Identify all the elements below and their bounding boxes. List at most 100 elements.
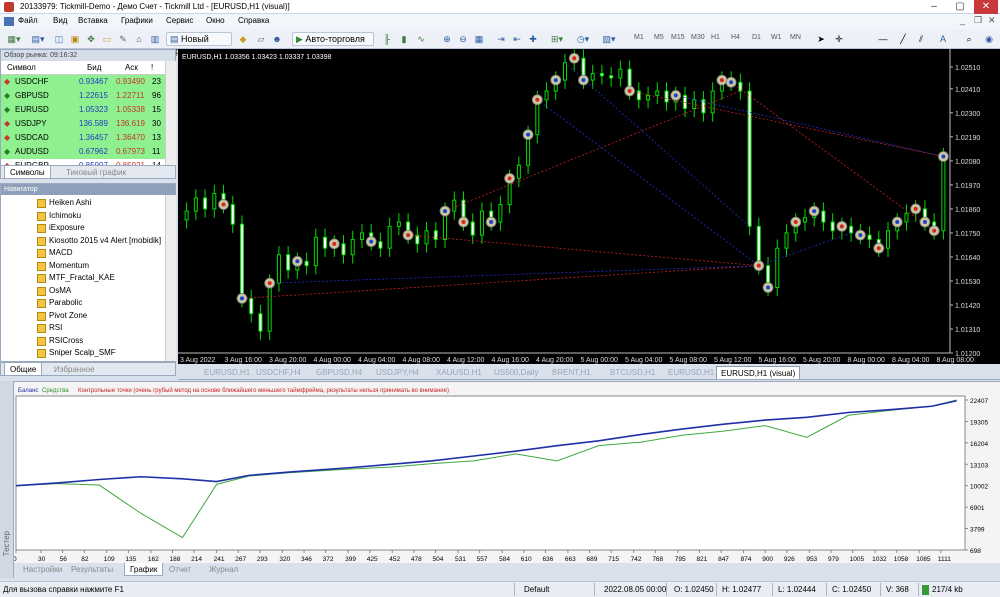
chart-tab[interactable]: USDCHF,H4 [252,366,305,379]
tf-m30[interactable]: M30 [691,34,705,41]
signals-icon[interactable]: ◆ [236,32,250,46]
metaeditor-icon[interactable]: ▱ [254,32,268,46]
tab-general[interactable]: Общие [4,363,43,376]
terminal-icon[interactable]: ▭ [100,32,114,46]
tab-symbols[interactable]: Символы [4,166,51,179]
hline-icon[interactable]: — [876,32,890,46]
mdi-min-icon[interactable]: _ [960,15,965,25]
col-bid[interactable]: Бид [87,61,101,75]
tester-tab[interactable]: Журнал [204,563,243,576]
market-watch-icon[interactable]: ◫ [52,32,66,46]
tf-h1[interactable]: H1 [711,34,720,41]
trendline-icon[interactable]: ╱ [896,32,910,46]
navigator-item[interactable]: Heiken Ashi [1,197,175,210]
tester-tab[interactable]: График [124,563,164,576]
menu-window[interactable]: Окно [206,16,225,25]
zoom-in-icon[interactable]: ⊕ [440,32,454,46]
chart-tab[interactable]: US500,Daily [490,366,542,379]
tf-mn[interactable]: MN [790,34,801,41]
menu-charts[interactable]: Графики [121,16,153,25]
market-watch-row[interactable]: ◆ USDCHF 0.93467 0.93490 23 [1,75,175,89]
navigator-item[interactable]: Momentum [1,260,175,273]
price-chart[interactable]: 1.02510 1.02410 1.02300 1.02190 1.02080 1.019… [178,49,1000,364]
chart-tab[interactable]: EURUSD,H1 [664,366,718,379]
chart-tab[interactable]: EURUSD,H1 [200,366,254,379]
minimize-icon[interactable]: – [922,0,946,14]
bar-chart-icon[interactable]: ╟ [380,32,394,46]
menu-tools[interactable]: Сервис [166,16,193,25]
navigator-item[interactable]: Sniper Scalp_SMF [1,347,175,360]
chart-tab[interactable]: GBPUSD,H4 [312,366,366,379]
navigator-scrollbar[interactable] [165,195,176,361]
new-order-button[interactable]: ▤ Новый ордер [166,32,232,56]
tester-graph[interactable]: Баланс Средства Контрольные точки (очень г… [0,382,1000,564]
col-ask[interactable]: Аск [125,61,138,75]
candles-icon[interactable]: ▮ [397,32,411,46]
crosshair-icon[interactable]: ✛ [832,32,846,46]
chart-tab[interactable]: EURUSD,H1 (visual) [716,366,801,379]
chart-tab[interactable]: XAUUSD,H1 [432,366,486,379]
new-chart-icon[interactable]: ▦▾ [3,32,25,46]
market-watch-scrollbar[interactable] [165,61,176,165]
search-icon[interactable]: ⌕ [962,32,976,46]
chart-tab[interactable]: BTCUSD,H1 [606,366,659,379]
add-indicator-icon[interactable]: ⊞▾ [546,32,568,46]
navigator-item[interactable]: Parabolic [1,297,175,310]
community-icon[interactable]: ◉ [982,32,996,46]
auto-trading-button[interactable]: ▶ Авто-торговля [292,32,374,46]
tf-m5[interactable]: M5 [654,34,664,41]
indicators-icon[interactable]: ✚ [526,32,540,46]
periods-icon[interactable]: ◷▾ [572,32,594,46]
tf-m15[interactable]: M15 [671,34,685,41]
tf-h4[interactable]: H4 [731,34,740,41]
mdi-close-icon[interactable]: ✕ [988,15,996,26]
market-watch-row[interactable]: ◆ EURUSD 1.05323 1.05338 15 [1,103,175,117]
zoom-out-icon[interactable]: ⊖ [456,32,470,46]
navigator-item[interactable]: OsMA [1,285,175,298]
market-watch-row[interactable]: ◆ USDJPY 136.589 136.619 30 [1,117,175,131]
templates-icon[interactable]: ▧▾ [598,32,620,46]
tile-icon[interactable]: ▦ [472,32,486,46]
tab-tick-chart[interactable]: Тиковый график [61,166,131,179]
price-chart-canvas[interactable]: 1.02510 1.02410 1.02300 1.02190 1.02080 1.019… [178,49,1000,364]
market-watch-row[interactable]: ◆ USDCAD 1.36457 1.36470 13 [1,131,175,145]
tf-w1[interactable]: W1 [771,34,782,41]
navigator-item[interactable]: MACD [1,247,175,260]
market-watch-row[interactable]: ◆ AUDUSD 0.67962 0.67973 11 [1,145,175,159]
line-chart-icon[interactable]: ∿ [414,32,428,46]
cursor-icon[interactable]: ➤ [814,32,828,46]
navigator-item[interactable]: RSI [1,322,175,335]
menu-help[interactable]: Справка [238,16,269,25]
shift-icon[interactable]: ⇤ [510,32,524,46]
menu-insert[interactable]: Вставка [78,16,108,25]
navigator-item[interactable]: Ichimoku [1,210,175,223]
tab-favorites[interactable]: Избранное [49,363,100,376]
tester-icon[interactable]: ⌂ [132,32,146,46]
tester-view-icon[interactable]: ▥ [148,32,162,46]
editor-icon[interactable]: ✎ [116,32,130,46]
maximize-icon[interactable]: ▢ [948,0,972,14]
close-icon[interactable]: ✕ [974,0,998,14]
tf-m1[interactable]: M1 [634,34,644,41]
navigator-item[interactable]: iExposure [1,222,175,235]
tester-tab[interactable]: Результаты [66,563,118,576]
menu-view[interactable]: Вид [53,16,67,25]
profiles-icon[interactable]: ▤▾ [27,32,49,46]
users-icon[interactable]: ☻ [270,32,284,46]
mdi-restore-icon[interactable]: ❐ [974,15,982,26]
fibo-icon[interactable]: A [936,32,950,46]
chart-tab[interactable]: BRENT,H1 [548,366,595,379]
market-watch-row[interactable]: ◆ GBPUSD 1.22615 1.22711 96 [1,89,175,103]
col-spread[interactable]: ! [151,61,153,75]
navigator-item[interactable]: Kiosotto 2015 v4 Alert [mobidik] [1,235,175,248]
tf-d1[interactable]: D1 [752,34,761,41]
channel-icon[interactable]: ⫽ [914,32,928,46]
col-symbol[interactable]: Символ [7,61,36,75]
navigator-item[interactable]: MTF_Fractal_KAE [1,272,175,285]
menu-file[interactable]: Файл [18,16,38,25]
navigator-icon[interactable]: ✥ [84,32,98,46]
navigator-item[interactable]: Pivot Zone [1,310,175,323]
tester-tab[interactable]: Отчет [164,563,196,576]
autoscroll-icon[interactable]: ⇥ [494,32,508,46]
data-window-icon[interactable]: ▣ [68,32,82,46]
